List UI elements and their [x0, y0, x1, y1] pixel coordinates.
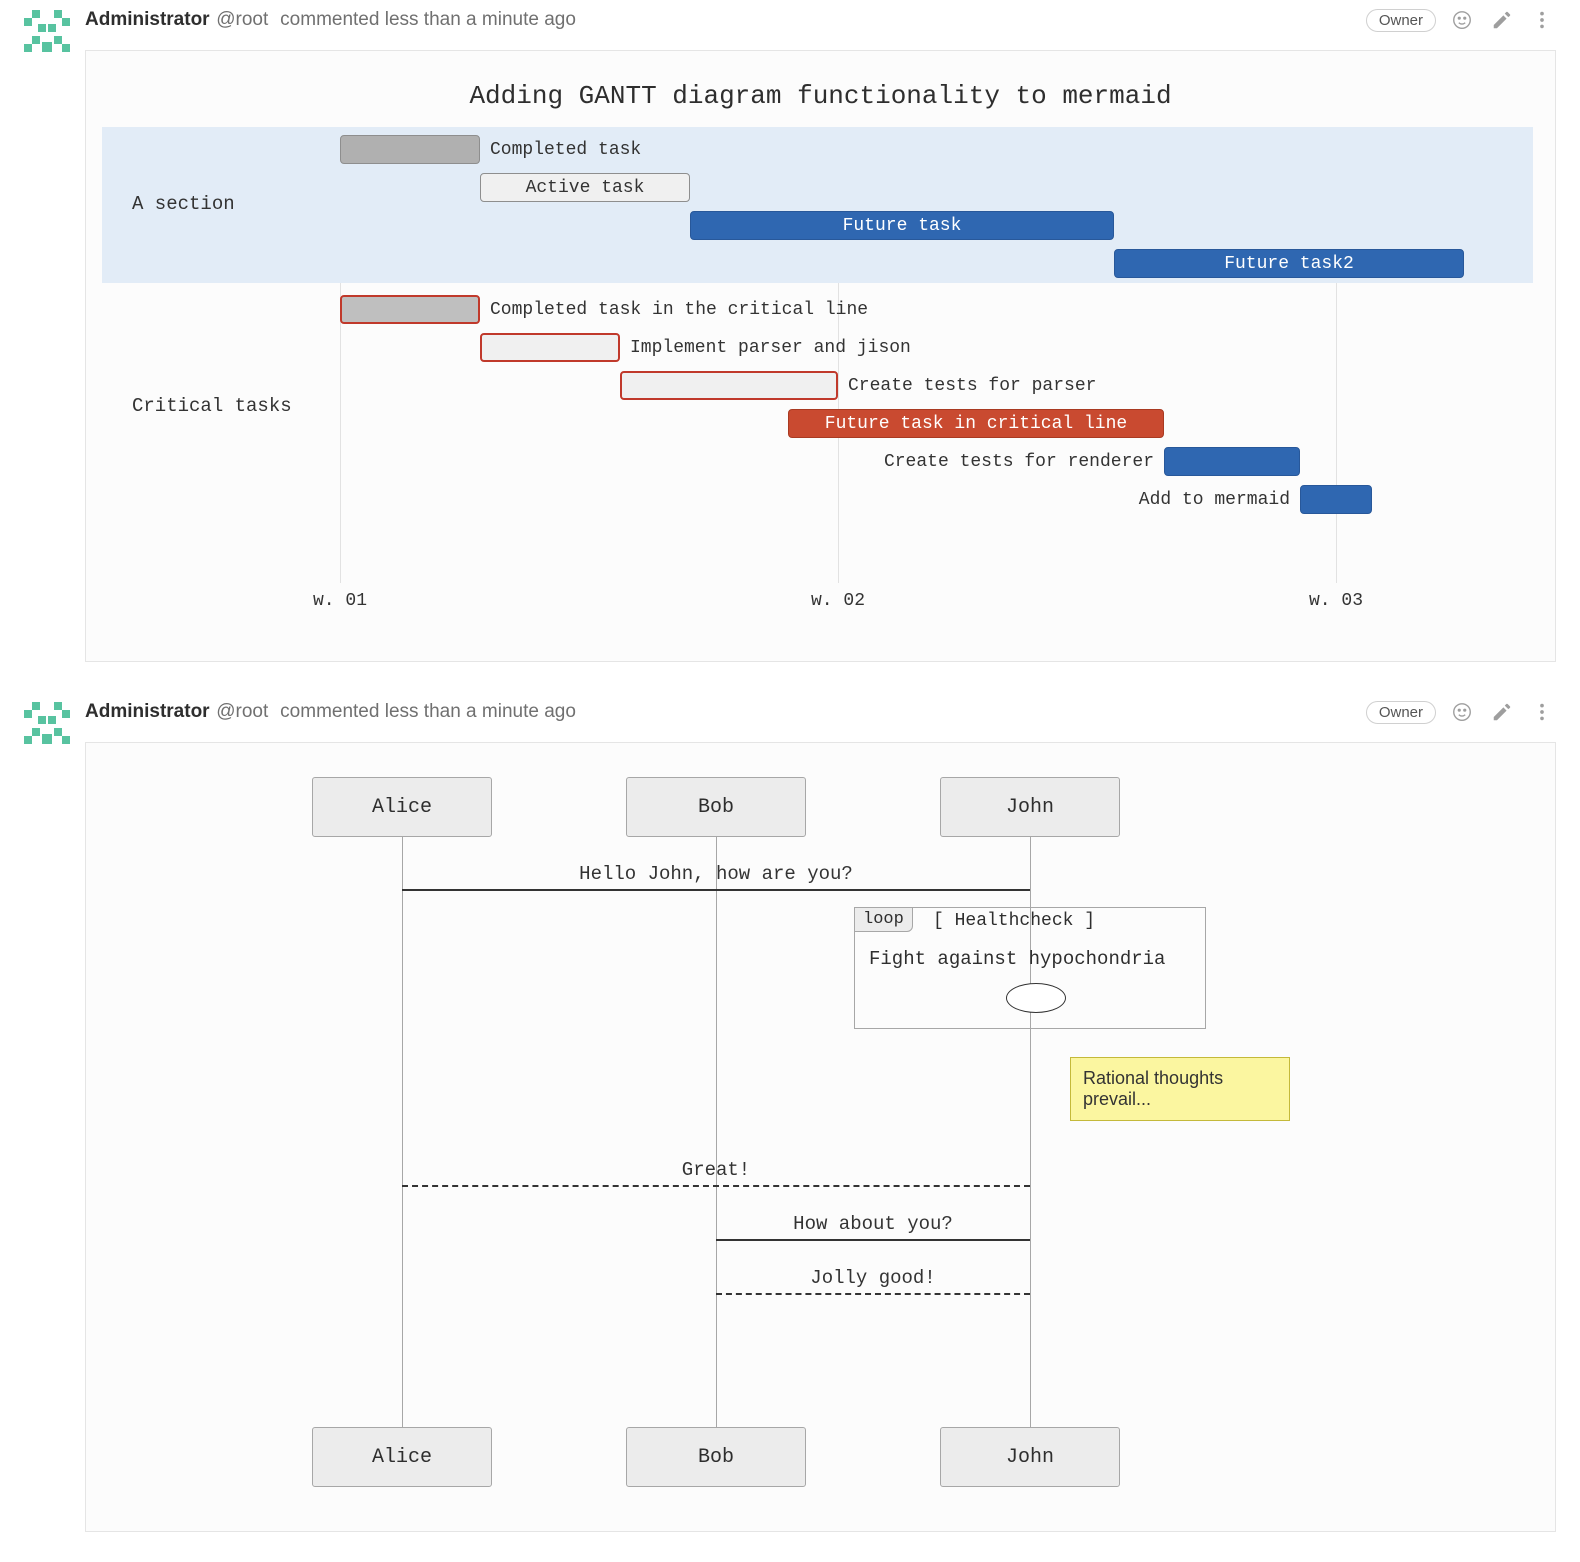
loop-tag: loop [854, 907, 913, 932]
actor-box: Bob [626, 1427, 806, 1487]
actor-box: Bob [626, 777, 806, 837]
author-handle[interactable]: @root [216, 9, 268, 31]
note-sequence: Administrator @root commented less than … [0, 692, 1580, 1562]
task-bar: Future task [690, 211, 1114, 240]
axis-tick: w. 03 [1309, 591, 1363, 611]
loop-condition: [ Healthcheck ] [933, 911, 1095, 931]
message-line [402, 889, 1030, 891]
note-time: commented less than a minute ago [275, 701, 576, 723]
task-label: Completed task [490, 135, 641, 164]
edit-icon[interactable] [1488, 6, 1516, 34]
axis-tick: w. 02 [811, 591, 865, 611]
message-label: Great! [682, 1159, 750, 1181]
owner-badge: Owner [1366, 701, 1436, 724]
actor-box: John [940, 1427, 1120, 1487]
kebab-icon[interactable] [1528, 6, 1556, 34]
task-label: Add to mermaid [1139, 485, 1290, 514]
identicon-avatar [24, 8, 70, 54]
avatar-column [0, 0, 85, 662]
gantt-title: Adding GANTT diagram functionality to me… [102, 75, 1539, 127]
sequence-diagram: Alice Bob John Hello John, how are you? … [85, 742, 1556, 1532]
task-bar [480, 333, 620, 362]
task-bar: Active task [480, 173, 690, 202]
lifeline [716, 837, 717, 1427]
actor-box: John [940, 777, 1120, 837]
task-label: Create tests for renderer [884, 447, 1154, 476]
task-bar [620, 371, 838, 400]
note-gantt: Administrator @root commented less than … [0, 0, 1580, 692]
message-line [402, 1185, 1030, 1187]
message-line [716, 1239, 1030, 1241]
task-label: Completed task in the critical line [490, 295, 868, 324]
loop-body: Fight against hypochondria [869, 948, 1165, 970]
identicon-avatar [24, 700, 70, 746]
kebab-icon[interactable] [1528, 698, 1556, 726]
note-time: commented less than a minute ago [275, 9, 576, 31]
note-header: Administrator @root commented less than … [85, 0, 1556, 40]
task-label: Implement parser and jison [630, 333, 911, 362]
axis-tick: w. 01 [313, 591, 367, 611]
task-bar: Future task2 [1114, 249, 1464, 278]
task-bar [340, 295, 480, 324]
owner-badge: Owner [1366, 9, 1436, 32]
message-line [716, 1293, 1030, 1295]
message-label: Jolly good! [810, 1267, 935, 1289]
emoji-icon[interactable] [1448, 698, 1476, 726]
task-bar: Future task in critical line [788, 409, 1164, 438]
task-bar [1300, 485, 1372, 514]
message-label: Hello John, how are you? [579, 863, 853, 885]
author-name[interactable]: Administrator [85, 701, 210, 723]
actor-box: Alice [312, 777, 492, 837]
self-message-icon [1006, 983, 1066, 1013]
task-bar [1164, 447, 1300, 476]
author-handle[interactable]: @root [216, 701, 268, 723]
author-name[interactable]: Administrator [85, 9, 210, 31]
gantt-diagram: Adding GANTT diagram functionality to me… [85, 50, 1556, 662]
lifeline [402, 837, 403, 1427]
note-header: Administrator @root commented less than … [85, 692, 1556, 732]
emoji-icon[interactable] [1448, 6, 1476, 34]
avatar-column [0, 692, 85, 1532]
sequence-note: Rational thoughts prevail... [1070, 1057, 1290, 1121]
actor-box: Alice [312, 1427, 492, 1487]
message-label: How about you? [793, 1213, 953, 1235]
edit-icon[interactable] [1488, 698, 1516, 726]
task-bar [340, 135, 480, 164]
task-label: Create tests for parser [848, 371, 1096, 400]
